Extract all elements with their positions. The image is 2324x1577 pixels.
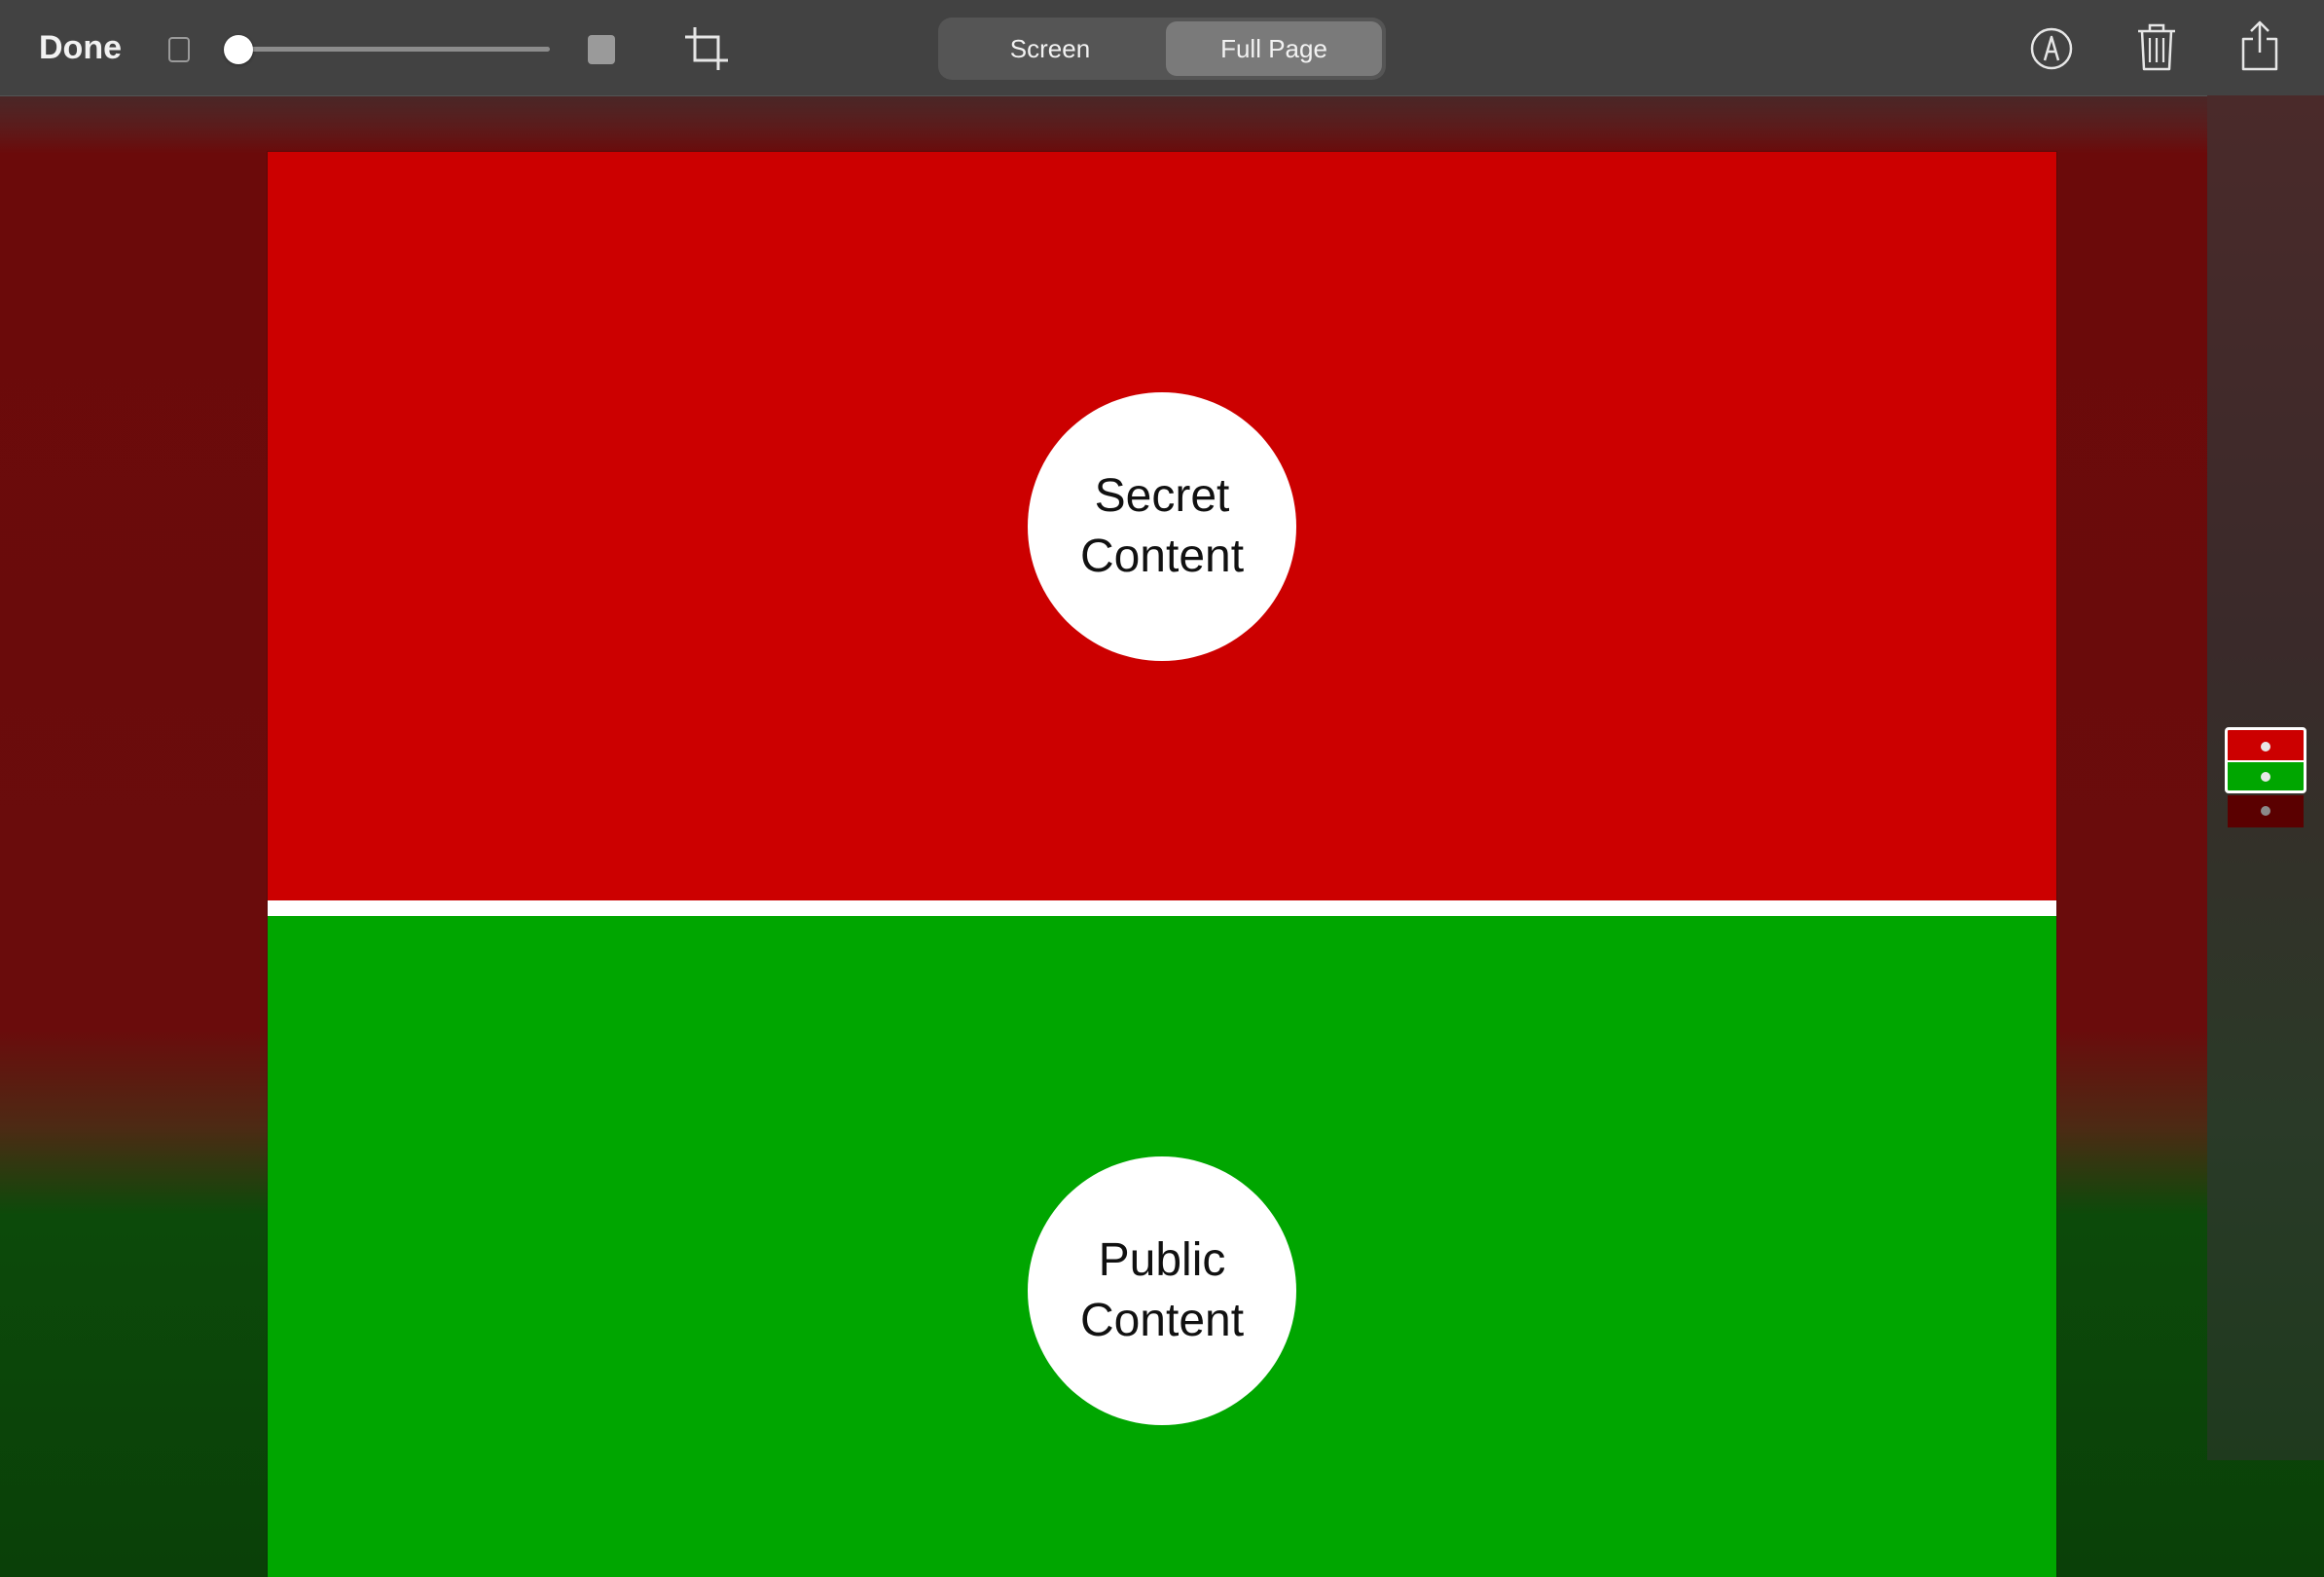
capture-mode-segmented-control: Screen Full Page: [938, 18, 1386, 80]
thumbnail-red-section: [2228, 730, 2304, 760]
tab-full-page[interactable]: Full Page: [1166, 21, 1382, 76]
done-button[interactable]: Done: [39, 27, 122, 68]
thumbnail-circle-dot: [2261, 772, 2270, 782]
thumbnail-circle-dot: [2261, 806, 2270, 816]
tab-screen[interactable]: Screen: [942, 21, 1158, 76]
markup-pen-icon[interactable]: [2029, 26, 2074, 71]
share-icon[interactable]: [2240, 19, 2279, 72]
thumbnail-viewport-indicator[interactable]: [2225, 727, 2306, 793]
public-label-line2: Content: [1079, 1295, 1245, 1346]
secret-content-circle: Secret Content: [1028, 392, 1296, 661]
toolbar: Done Screen Full Page: [0, 0, 2324, 96]
secret-label-line1: Secret: [1094, 470, 1230, 522]
large-square-icon: [588, 35, 615, 64]
public-content-circle: Public Content: [1028, 1156, 1296, 1425]
thumbnail-green-section: [2228, 762, 2304, 790]
crop-icon[interactable]: [683, 25, 730, 72]
backdrop-shade: [0, 95, 2324, 154]
screenshot-editor: Done Screen Full Page Secret Content Pub…: [0, 0, 2324, 1577]
slider-thumb[interactable]: [224, 35, 253, 64]
thumbnail-circle-dot: [2261, 742, 2270, 752]
small-square-icon: [168, 37, 190, 62]
trash-icon[interactable]: [2136, 21, 2177, 72]
opacity-slider[interactable]: [224, 35, 550, 64]
screenshot-canvas: Secret Content Public Content: [268, 152, 2056, 1577]
secret-label-line2: Content: [1079, 531, 1245, 582]
thumbnail-lower-section: [2228, 795, 2304, 827]
public-label-line1: Public: [1098, 1234, 1226, 1286]
